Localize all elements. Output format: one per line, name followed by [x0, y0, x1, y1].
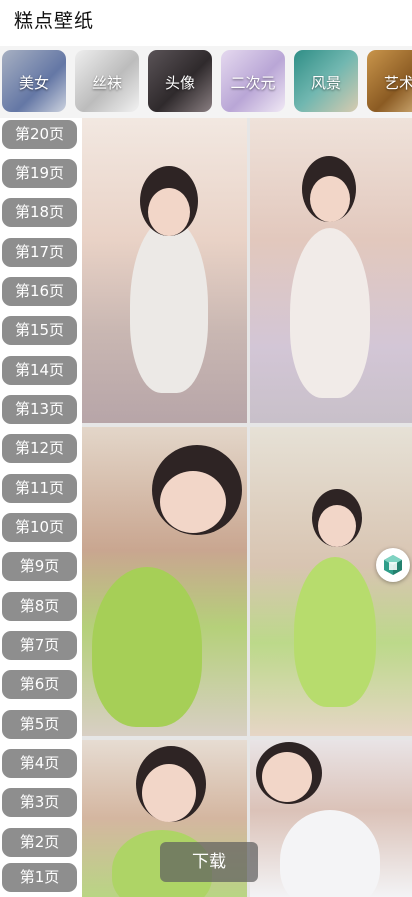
page-button[interactable]: 第9页 [2, 552, 77, 581]
page-button[interactable]: 第8页 [2, 592, 77, 621]
figure-shape [290, 228, 370, 398]
page-button[interactable]: 第13页 [2, 395, 77, 424]
category-art[interactable]: 艺术 [367, 50, 412, 112]
face-shape [142, 764, 196, 822]
page-button[interactable]: 第11页 [2, 474, 77, 503]
wallpaper-photo[interactable] [250, 118, 412, 423]
category-label: 艺术 [383, 74, 412, 92]
wallpaper-photo[interactable] [82, 427, 247, 736]
page-button[interactable]: 第20页 [2, 120, 77, 149]
category-beauty[interactable]: 美女 [2, 50, 66, 112]
page-button[interactable]: 第16页 [2, 277, 77, 306]
category-anime[interactable]: 二次元 [221, 50, 285, 112]
page-list: 第20页 第19页 第18页 第17页 第16页 第15页 第14页 第13页 … [0, 118, 82, 897]
page-button[interactable]: 第18页 [2, 198, 77, 227]
wallpaper-photo[interactable] [250, 740, 412, 897]
page-button[interactable]: 第17页 [2, 238, 77, 267]
category-label: 美女 [18, 74, 49, 92]
category-bar[interactable]: 美女 丝袜 头像 二次元 风景 艺术 [0, 46, 412, 118]
wallpaper-grid [82, 118, 412, 897]
face-shape [310, 176, 350, 222]
download-button[interactable]: 下载 [160, 842, 258, 882]
face-shape [318, 505, 356, 547]
category-track: 美女 丝袜 头像 二次元 风景 艺术 [2, 50, 412, 112]
category-label: 丝袜 [91, 74, 122, 92]
wallpaper-photo[interactable] [82, 118, 247, 423]
category-avatar[interactable]: 头像 [148, 50, 212, 112]
page-button[interactable]: 第3页 [2, 788, 77, 817]
page-button[interactable]: 第1页 [2, 863, 77, 892]
figure-shape [92, 567, 202, 727]
page-button[interactable]: 第15页 [2, 316, 77, 345]
page-button[interactable]: 第2页 [2, 828, 77, 857]
page-button[interactable]: 第14页 [2, 356, 77, 385]
category-label: 头像 [164, 74, 195, 92]
cube-icon[interactable] [376, 548, 410, 582]
figure-shape [280, 810, 380, 897]
face-shape [262, 752, 312, 802]
face-shape [148, 188, 190, 236]
category-scenery[interactable]: 风景 [294, 50, 358, 112]
page-button[interactable]: 第7页 [2, 631, 77, 660]
app-title: 糕点壁纸 [14, 10, 95, 32]
figure-shape [130, 218, 208, 393]
page-button[interactable]: 第10页 [2, 513, 77, 542]
page-button[interactable]: 第6页 [2, 670, 77, 699]
category-label: 二次元 [230, 74, 276, 92]
page-button[interactable]: 第12页 [2, 434, 77, 463]
page-button[interactable]: 第5页 [2, 710, 77, 739]
figure-shape [294, 557, 376, 707]
face-shape [160, 471, 226, 533]
page-button[interactable]: 第4页 [2, 749, 77, 778]
category-stockings[interactable]: 丝袜 [75, 50, 139, 112]
page-button[interactable]: 第19页 [2, 159, 77, 188]
category-label: 风景 [310, 74, 341, 92]
